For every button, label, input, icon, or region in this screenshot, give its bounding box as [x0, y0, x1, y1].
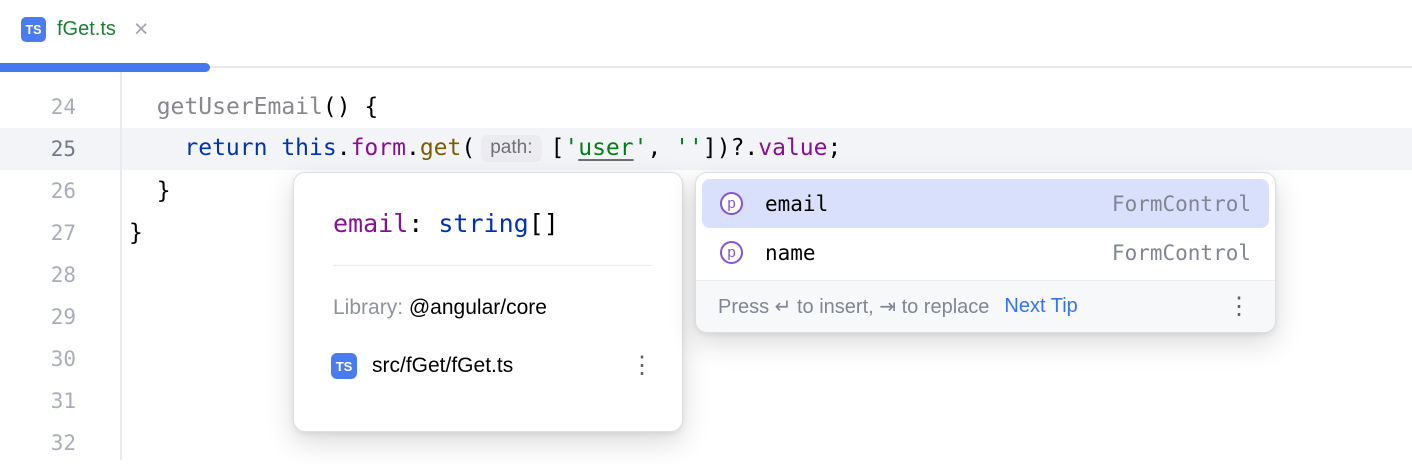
quick-documentation-popup: email: string[] Library: @angular/core T…: [293, 172, 683, 432]
code-text[interactable]: return this.form.get(path:['user', ''])?…: [120, 135, 841, 164]
code-text[interactable]: getUserEmail() {: [120, 94, 378, 120]
code-token: user: [578, 135, 633, 161]
completion-item-type: FormControl: [1112, 192, 1251, 216]
line-number[interactable]: 32: [0, 431, 120, 455]
completion-hint-text: Press ↵ to insert, ⇥ to replace: [718, 294, 989, 319]
code-line[interactable]: 25 return this.form.get(path:['user', ''…: [0, 128, 1412, 170]
line-number[interactable]: 30: [0, 347, 120, 371]
line-number[interactable]: 26: [0, 179, 120, 203]
code-line[interactable]: 31: [0, 380, 1412, 422]
completion-list: pemailFormControlpnameFormControl: [696, 173, 1275, 277]
doc-library-row: Library: @angular/core: [333, 296, 652, 320]
code-token: value: [758, 135, 827, 161]
code-token: (: [461, 135, 475, 161]
completion-item-label: email: [765, 192, 828, 216]
kebab-menu-icon[interactable]: ⋮: [1227, 295, 1251, 319]
tab-label: fGet.ts: [57, 18, 116, 41]
code-token: [129, 135, 184, 161]
property-icon: p: [720, 241, 743, 264]
code-token: ])?.: [703, 135, 758, 161]
doc-signature: email: string[]: [333, 209, 652, 238]
code-line[interactable]: 30: [0, 338, 1412, 380]
library-value: @angular/core: [403, 296, 547, 319]
code-token: getUserEmail: [157, 94, 323, 120]
code-token: [129, 94, 157, 120]
code-token: ': [564, 135, 578, 161]
line-number[interactable]: 27: [0, 221, 120, 245]
completion-item-email[interactable]: pemail FormControl: [702, 179, 1269, 228]
completion-item-type: FormControl: [1112, 241, 1251, 265]
kebab-menu-icon[interactable]: ⋮: [630, 354, 654, 378]
code-token: ': [634, 135, 648, 161]
code-text[interactable]: }: [120, 178, 171, 204]
tab-bar-border: [0, 66, 1412, 68]
code-token: email: [333, 209, 408, 238]
completion-item-label: name: [765, 241, 816, 265]
code-line[interactable]: 24 getUserEmail() {: [0, 86, 1412, 128]
library-label: Library:: [333, 296, 403, 319]
line-number[interactable]: 29: [0, 305, 120, 329]
code-token: this: [281, 135, 336, 161]
code-token: ,: [647, 135, 675, 161]
doc-divider: [333, 265, 652, 266]
tab-fget-ts[interactable]: TS fGet.ts ×: [21, 17, 149, 42]
code-line[interactable]: 32: [0, 422, 1412, 464]
file-path-link[interactable]: src/fGet/fGet.ts: [372, 354, 513, 378]
code-token: string: [438, 209, 528, 238]
completion-item-name[interactable]: pname FormControl: [702, 228, 1269, 277]
code-token: form: [351, 135, 406, 161]
code-token: [: [551, 135, 565, 161]
line-number[interactable]: 28: [0, 263, 120, 287]
code-token: return: [184, 135, 281, 161]
line-number[interactable]: 25: [0, 137, 120, 161]
code-token: get: [420, 135, 462, 161]
code-completion-popup: pemailFormControlpnameFormControl Press …: [695, 172, 1276, 333]
inline-parameter-hint: path:: [481, 135, 541, 162]
code-token: }: [129, 178, 171, 204]
code-token: []: [529, 209, 559, 238]
code-token: '': [675, 135, 703, 161]
line-number[interactable]: 31: [0, 389, 120, 413]
code-token: ;: [828, 135, 842, 161]
code-token: }: [129, 220, 143, 246]
typescript-file-icon: TS: [331, 353, 357, 379]
code-token: () {: [323, 94, 378, 120]
property-icon: p: [720, 192, 743, 215]
tab-bar: TS fGet.ts ×: [0, 0, 1412, 72]
completion-footer: Press ↵ to insert, ⇥ to replace Next Tip…: [696, 280, 1275, 332]
code-text[interactable]: }: [120, 220, 143, 246]
line-number[interactable]: 24: [0, 95, 120, 119]
code-token: :: [408, 209, 438, 238]
gutter-divider: [120, 72, 122, 460]
code-token: .: [406, 135, 420, 161]
typescript-file-icon: TS: [21, 17, 46, 42]
code-token: .: [337, 135, 351, 161]
active-tab-underline: [0, 63, 210, 72]
doc-file-row[interactable]: TS src/fGet/fGet.ts ⋮: [331, 353, 654, 379]
next-tip-link[interactable]: Next Tip: [1004, 295, 1077, 318]
close-tab-icon[interactable]: ×: [134, 17, 149, 42]
